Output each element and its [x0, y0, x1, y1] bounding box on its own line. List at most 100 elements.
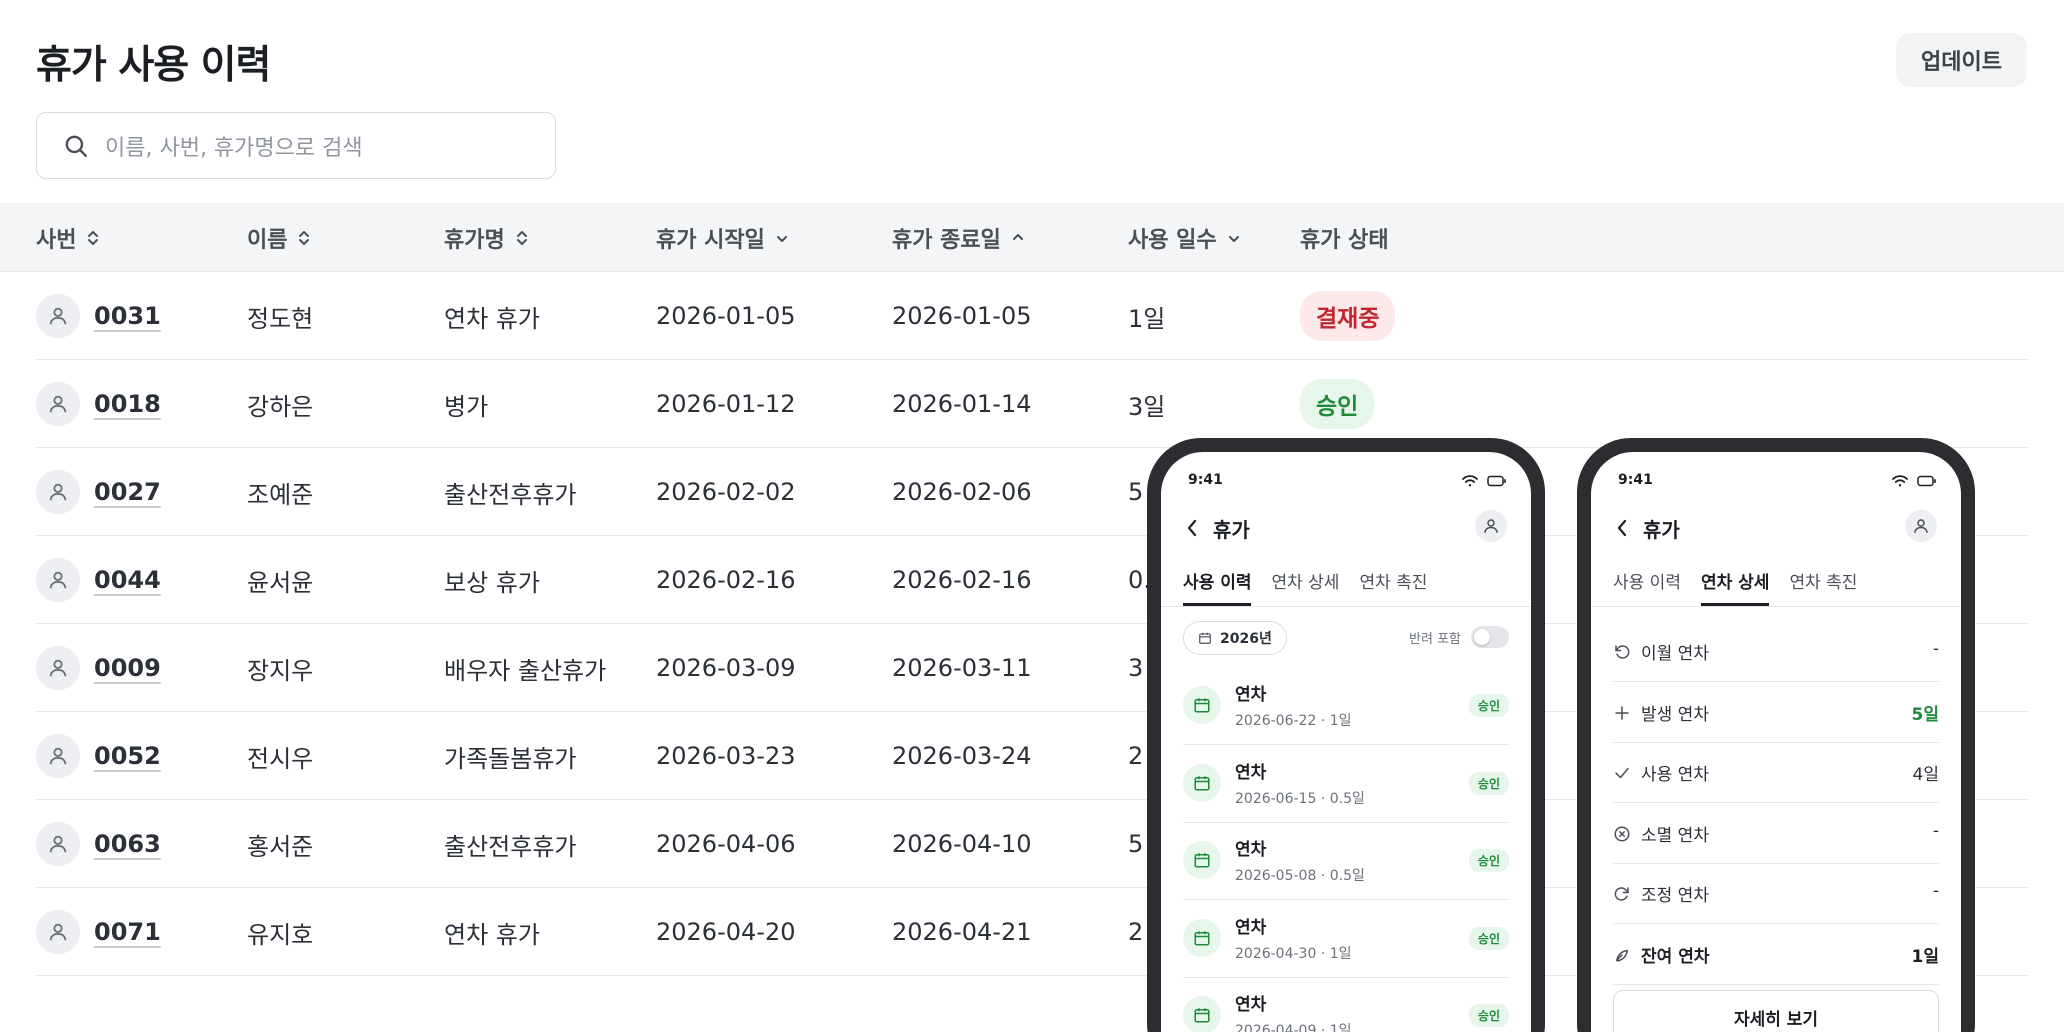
- detail-value: 4일: [1912, 765, 1939, 785]
- tab-annual-detail[interactable]: 연차 상세: [1271, 564, 1339, 606]
- update-button[interactable]: 업데이트: [1896, 33, 2027, 87]
- tab-annual-detail[interactable]: 연차 상세: [1700, 564, 1770, 606]
- tab-bar: 사용 이력 연차 상세 연차 촉진: [1183, 564, 1531, 606]
- user-icon: [1914, 519, 1928, 533]
- calendar-icon: [1194, 775, 1210, 790]
- employee-id-cell: 0009: [36, 624, 161, 712]
- employee-id-cell: 0063: [36, 800, 161, 888]
- detail-value: -: [1932, 639, 1939, 659]
- leave-name-cell: 출산전후휴가: [444, 832, 577, 861]
- days-used-cell: 5: [1128, 830, 1144, 858]
- calendar-badge: [1183, 763, 1221, 802]
- employee-id-link[interactable]: 0027: [94, 478, 161, 506]
- year-filter[interactable]: 2026년: [1183, 621, 1287, 655]
- name-cell: 홍서준: [247, 832, 314, 861]
- employee-id-link[interactable]: 0009: [94, 654, 161, 682]
- avatar: [36, 470, 80, 514]
- phone-screen: 9:41 휴가 사용 이력 연차 상세 연차 촉진 2026년 반려 포함 연차…: [1161, 452, 1531, 1032]
- detail-label: 소멸 연차: [1641, 825, 1709, 846]
- status-cell: 승인: [1300, 360, 1375, 448]
- name-cell: 윤서윤: [247, 568, 314, 597]
- end-date-cell: 2026-02-06: [892, 478, 1032, 506]
- nav-title: 휴가: [1643, 518, 1680, 542]
- sort-asc-icon: [1012, 233, 1023, 240]
- view-more-button[interactable]: 자세히 보기: [1613, 990, 1939, 1032]
- tab-divider: [1591, 606, 1961, 607]
- status-time: 9:41: [1618, 472, 1653, 488]
- tab-usage-history[interactable]: 사용 이력: [1183, 564, 1252, 606]
- list-item[interactable]: 연차 2026-04-09 · 1일 승인: [1183, 978, 1509, 1032]
- employee-id-link[interactable]: 0044: [94, 566, 161, 594]
- phone-mockup-usage-history: 9:41 휴가 사용 이력 연차 상세 연차 촉진 2026년 반려 포함 연차…: [1147, 438, 1545, 1032]
- list-item[interactable]: 연차 2026-05-08 · 0.5일 승인: [1183, 823, 1509, 900]
- table-header: 사번 이름 휴가명 휴가 시작일 휴가 종료일 사용 일수 휴가 상태: [0, 203, 2064, 272]
- wifi-icon: [1892, 475, 1908, 487]
- employee-id-link[interactable]: 0071: [94, 918, 161, 946]
- column-employee-id[interactable]: 사번: [36, 203, 100, 272]
- table-row[interactable]: 0031 정도현 연차 휴가 2026-01-05 2026-01-05 1일 결재중: [36, 272, 2028, 360]
- item-title: 연차: [1235, 685, 1267, 705]
- name-cell: 조예준: [247, 480, 314, 509]
- include-rejected-toggle[interactable]: [1471, 626, 1509, 648]
- name-cell: 장지우: [247, 656, 314, 685]
- plus-icon: [1615, 705, 1629, 720]
- column-start-date[interactable]: 휴가 시작일: [656, 203, 789, 272]
- column-leave-name[interactable]: 휴가명: [444, 203, 529, 272]
- start-date-cell: 2026-01-05: [656, 302, 796, 330]
- tab-divider: [1161, 606, 1531, 607]
- detail-value: -: [1932, 881, 1939, 901]
- calendar-icon: [1199, 632, 1211, 644]
- nav-bar: 휴가: [1591, 508, 1961, 548]
- column-days-used[interactable]: 사용 일수: [1128, 203, 1241, 272]
- start-date-cell: 2026-02-02: [656, 478, 796, 506]
- tab-annual-promotion[interactable]: 연차 촉진: [1359, 564, 1427, 606]
- user-icon: [49, 747, 67, 765]
- days-used-cell: 2: [1128, 742, 1144, 770]
- employee-id-cell: 0027: [36, 448, 161, 536]
- user-icon: [49, 395, 67, 413]
- user-icon: [49, 483, 67, 501]
- list-item[interactable]: 연차 2026-06-22 · 1일 승인: [1183, 668, 1509, 745]
- start-date-cell: 2026-03-09: [656, 654, 796, 682]
- employee-id-link[interactable]: 0031: [94, 302, 161, 330]
- user-icon: [49, 923, 67, 941]
- chevron-left-icon[interactable]: [1185, 518, 1199, 538]
- tab-annual-promotion[interactable]: 연차 촉진: [1789, 564, 1857, 606]
- table-row[interactable]: 0018 강하은 병가 2026-01-12 2026-01-14 3일 승인: [36, 360, 2028, 448]
- calendar-icon: [1194, 1008, 1210, 1023]
- status-bar: 9:41: [1591, 472, 1961, 496]
- nav-title: 휴가: [1213, 518, 1250, 542]
- status-badge: 승인: [1468, 694, 1509, 717]
- user-icon: [1484, 519, 1498, 533]
- profile-button[interactable]: [1475, 510, 1507, 542]
- list-item[interactable]: 연차 2026-06-15 · 0.5일 승인: [1183, 746, 1509, 823]
- days-used-cell: 2: [1128, 918, 1144, 946]
- tab-usage-history[interactable]: 사용 이력: [1613, 564, 1681, 606]
- item-title: 연차: [1235, 762, 1267, 783]
- employee-id-link[interactable]: 0052: [94, 742, 161, 770]
- column-end-date[interactable]: 휴가 종료일: [892, 203, 1025, 272]
- detail-value: 1일: [1911, 946, 1939, 967]
- avatar: [36, 382, 80, 426]
- calendar-icon: [1194, 698, 1210, 713]
- detail-value: 5일: [1911, 704, 1939, 725]
- year-label: 2026년: [1220, 631, 1272, 647]
- calendar-icon: [1194, 930, 1210, 945]
- calendar-badge: [1183, 996, 1221, 1032]
- list-item[interactable]: 연차 2026-04-30 · 1일 승인: [1183, 901, 1509, 978]
- nav-bar: 휴가: [1161, 508, 1531, 548]
- user-icon: [49, 835, 67, 853]
- item-subtitle: 2026-04-09 · 1일: [1235, 1023, 1352, 1032]
- avatar: [36, 558, 80, 602]
- chevron-left-icon[interactable]: [1615, 518, 1629, 538]
- profile-button[interactable]: [1905, 510, 1937, 542]
- user-icon: [49, 571, 67, 589]
- item-title: 연차: [1235, 840, 1267, 860]
- name-cell: 강하은: [247, 392, 314, 421]
- employee-id-link[interactable]: 0018: [94, 390, 161, 418]
- column-name[interactable]: 이름: [247, 203, 311, 272]
- battery-icon: [1917, 475, 1936, 487]
- days-used-cell: 3일: [1128, 392, 1166, 421]
- search-input[interactable]: 이름, 사번, 휴가명으로 검색: [36, 112, 556, 179]
- employee-id-link[interactable]: 0063: [94, 830, 161, 858]
